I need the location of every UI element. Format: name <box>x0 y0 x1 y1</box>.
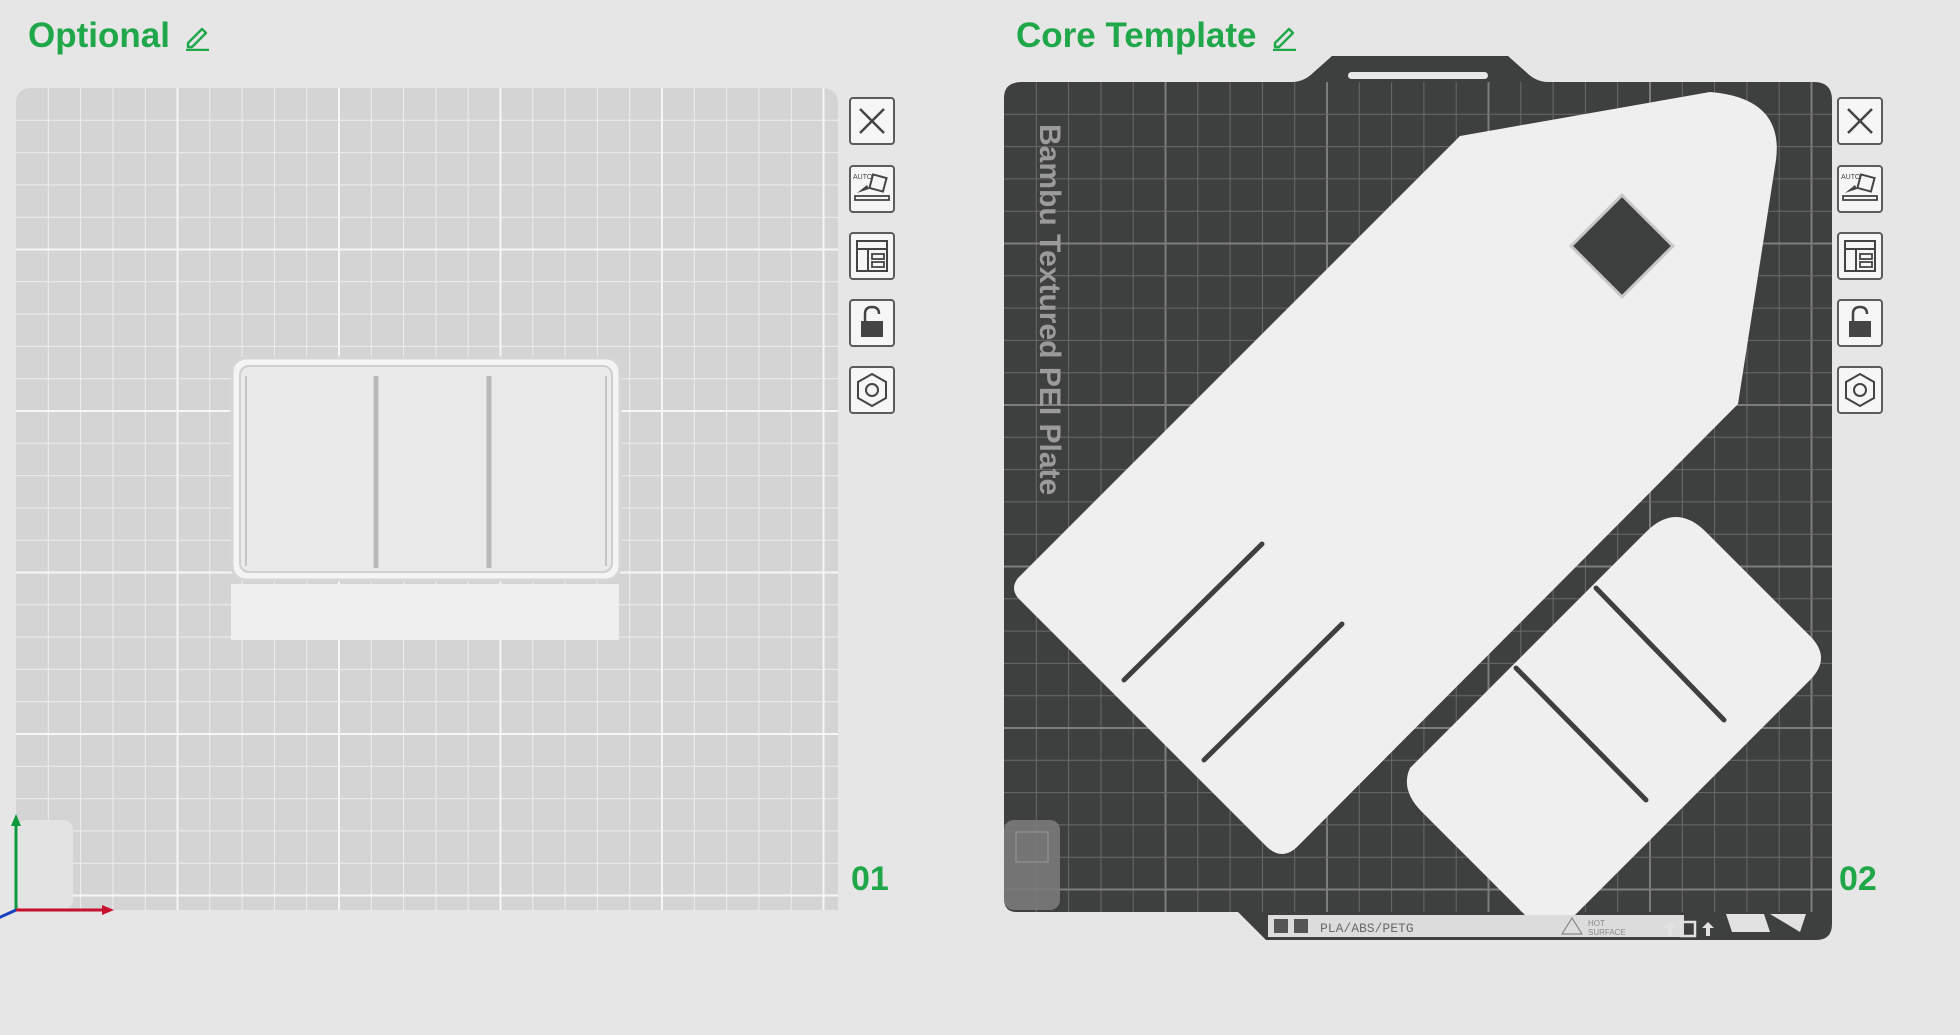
plate-2-orientation-icon <box>1664 920 1714 938</box>
core-template-small-piece[interactable] <box>1406 517 1821 928</box>
plate-1-exclusion-zone <box>16 820 73 910</box>
plate-2-handle <box>1348 72 1488 79</box>
plate-2-warning-line2: SURFACE <box>1588 928 1626 937</box>
plate-2-number: 02 <box>1839 860 1877 898</box>
auto-orient-icon: AUTO <box>853 173 890 201</box>
plate-1-remove-button[interactable] <box>849 97 895 145</box>
settings-icon <box>857 372 887 408</box>
plate-2-bed-name: Bambu Textured PEI Plate <box>1033 124 1066 495</box>
plate-2-grid <box>1004 82 1832 912</box>
auto-orient-icon: AUTO <box>1841 173 1878 201</box>
plate-2-title[interactable]: Core Template <box>1016 14 1299 58</box>
plate-1-arrange-button[interactable] <box>849 232 895 280</box>
plate-2-arrange-button[interactable] <box>1837 232 1883 280</box>
warning-icon <box>1560 916 1584 935</box>
plate-2-lock-button[interactable] <box>1837 299 1883 347</box>
plate-1-name[interactable]: Optional <box>28 16 170 56</box>
plate-1-lock-button[interactable] <box>849 299 895 347</box>
plate-1-bin-object[interactable] <box>230 356 622 640</box>
plate-2-bed-label: PLA/ABS/PETG HOT SURFACE <box>1268 914 1806 938</box>
edit-plate-1-name-icon[interactable] <box>182 21 212 51</box>
settings-icon <box>1845 372 1875 408</box>
plate-1-bed[interactable] <box>16 88 838 910</box>
plate-2-bed[interactable]: Bambu Textured PEI Plate <box>1004 56 1832 940</box>
plate-1-settings-button[interactable] <box>849 366 895 414</box>
plate-1-auto-orient-button[interactable]: AUTO <box>849 165 895 213</box>
close-icon <box>859 108 885 134</box>
axis-gizmo <box>0 814 114 919</box>
z-axis <box>0 908 17 919</box>
close-icon <box>1847 108 1873 134</box>
edit-plate-2-name-icon[interactable] <box>1269 21 1299 51</box>
plate-2-exclusion-zone <box>1004 820 1060 910</box>
plate-2-corner-tab <box>1726 914 1770 932</box>
auto-orient-badge: AUTO <box>1841 174 1861 181</box>
plate-2-auto-orient-button[interactable]: AUTO <box>1837 165 1883 213</box>
plate-1-number: 01 <box>851 860 889 898</box>
auto-orient-badge: AUTO <box>853 174 873 181</box>
plate-2-warning-line1: HOT <box>1588 919 1605 928</box>
3d-viewport[interactable]: Bambu Textured PEI Plate PLA/ABS/PETG HO… <box>0 0 1960 1035</box>
arrange-icon <box>1844 240 1876 272</box>
plate-2-settings-button[interactable] <box>1837 366 1883 414</box>
lock-icon <box>861 305 883 337</box>
lock-icon <box>1849 305 1871 337</box>
plate-2-name[interactable]: Core Template <box>1016 16 1257 56</box>
plate-2-remove-button[interactable] <box>1837 97 1883 145</box>
plate-2-filament-types: PLA/ABS/PETG <box>1320 921 1414 936</box>
plate-1-title[interactable]: Optional <box>28 14 212 58</box>
core-template-large-piece[interactable] <box>1014 92 1777 854</box>
plate-1-grid <box>16 88 838 910</box>
arrange-icon <box>856 240 888 272</box>
